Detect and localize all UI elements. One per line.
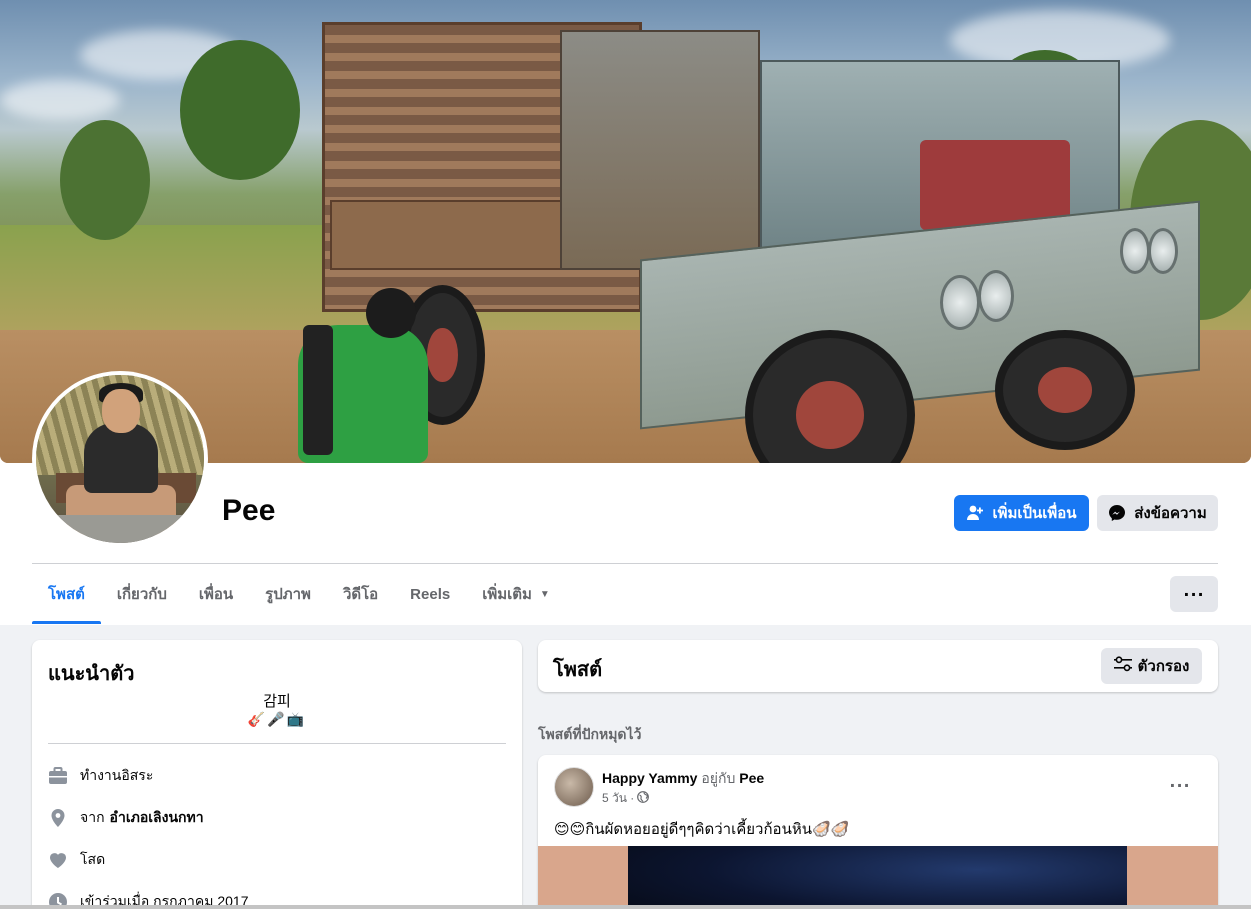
post-media[interactable] xyxy=(538,846,1218,909)
post-time[interactable]: 5 วัน · xyxy=(602,789,634,808)
message-label: ส่งข้อความ xyxy=(1134,505,1207,522)
messenger-icon xyxy=(1108,504,1126,522)
globe-icon xyxy=(637,791,650,806)
post-tagged-name[interactable]: Pee xyxy=(739,770,764,786)
tab-friends[interactable]: เพื่อน xyxy=(183,564,249,624)
hometown-link[interactable]: อำเภอเลิงนกทา xyxy=(110,807,204,829)
tab-about[interactable]: เกี่ยวกับ xyxy=(101,564,183,624)
tab-photos[interactable]: รูปภาพ xyxy=(249,564,327,624)
filter-icon xyxy=(1113,656,1132,676)
posts-title: โพสต์ xyxy=(553,659,603,681)
filter-button[interactable]: ตัวกรอง xyxy=(1101,648,1202,684)
pinned-post: Happy Yammy อยู่กับ Pee 5 วัน · ··· 😊😊กิ… xyxy=(538,755,1218,909)
pinned-posts-label: โพสต์ที่ปักหมุดไว้ xyxy=(538,726,642,742)
heart-icon xyxy=(48,850,68,870)
tab-more[interactable]: เพิ่มเติม ▼ xyxy=(466,564,566,624)
post-with-text: อยู่กับ xyxy=(701,770,736,786)
caret-down-icon: ▼ xyxy=(539,588,550,600)
more-options-button[interactable]: ··· xyxy=(1170,576,1218,612)
post-options-button[interactable]: ··· xyxy=(1162,769,1198,801)
profile-picture[interactable] xyxy=(32,371,208,547)
profile-header: Pee เพิ่มเป็นเพื่อน ส่งข้อความ โพสต์ เกี… xyxy=(0,0,1251,625)
intro-divider xyxy=(48,743,506,744)
add-friend-button[interactable]: เพิ่มเป็นเพื่อน xyxy=(954,495,1089,531)
intro-relationship: โสด xyxy=(48,848,105,872)
filter-label: ตัวกรอง xyxy=(1137,658,1190,675)
location-pin-icon xyxy=(48,808,68,828)
horizontal-scrollbar[interactable] xyxy=(0,905,1251,909)
profile-tabs: โพสต์ เกี่ยวกับ เพื่อน รูปภาพ วิดีโอ Ree… xyxy=(32,564,566,624)
add-friend-icon xyxy=(966,504,984,522)
post-meta: 5 วัน · xyxy=(602,789,650,808)
tab-reels[interactable]: Reels xyxy=(394,564,466,624)
bio-text: 감피 xyxy=(263,692,291,710)
intro-work: ทำงานอิสระ xyxy=(48,764,153,788)
briefcase-icon xyxy=(48,766,68,786)
post-author-avatar[interactable] xyxy=(554,767,594,807)
intro-hometown: จาก อำเภอเลิงนกทา xyxy=(48,806,204,830)
post-text: 😊😊กินผัดหอยอยู่ดีๆๆคิดว่าเคี้ยวก้อนหิน🦪🦪 xyxy=(554,820,850,838)
message-button[interactable]: ส่งข้อความ xyxy=(1097,495,1218,531)
intro-card: แนะนำตัว 감피 🎸🎤📺 ทำงานอิสระ จาก อำเภอเลิง… xyxy=(32,640,522,909)
tab-videos[interactable]: วิดีโอ xyxy=(327,564,394,624)
tab-posts[interactable]: โพสต์ xyxy=(32,564,101,624)
intro-title: แนะนำตัว xyxy=(48,663,135,685)
bio-emoji: 🎸🎤📺 xyxy=(247,712,307,728)
post-author-name[interactable]: Happy Yammy xyxy=(602,770,697,786)
post-author-line: Happy Yammy อยู่กับ Pee xyxy=(602,768,764,790)
add-friend-label: เพิ่มเป็นเพื่อน xyxy=(992,505,1077,522)
profile-name: Pee xyxy=(222,494,276,527)
posts-header-card: โพสต์ ตัวกรอง xyxy=(538,640,1218,692)
